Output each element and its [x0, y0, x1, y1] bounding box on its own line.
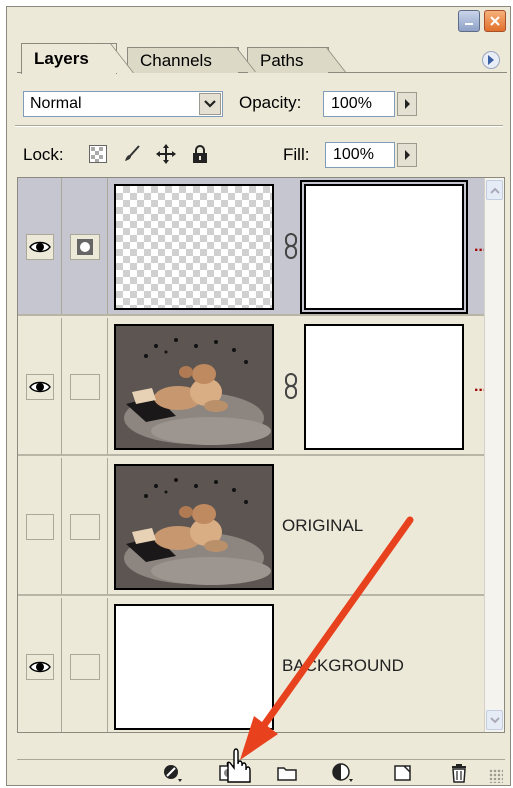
layer-thumbnail-transparent[interactable]: [114, 184, 274, 310]
adjustment-layer-icon: [332, 763, 353, 782]
blend-row: Normal Opacity: 100%: [23, 89, 503, 119]
fill-slider-button[interactable]: [397, 143, 417, 167]
layer-link-box[interactable]: [70, 374, 100, 400]
minimize-button[interactable]: [458, 10, 480, 32]
adjustment-layer-button[interactable]: [331, 763, 355, 783]
layer-row[interactable]: ORIGINAL: [18, 458, 484, 596]
visibility-toggle[interactable]: [26, 654, 54, 680]
vertical-scrollbar[interactable]: [484, 178, 504, 732]
lock-transparent-button[interactable]: [87, 143, 109, 165]
checker-icon: [89, 145, 107, 163]
opacity-slider-button[interactable]: [397, 92, 417, 116]
panel-menu-button[interactable]: [482, 51, 500, 69]
tab-channels-label: Channels: [140, 51, 212, 70]
layer-thumbnail-dog[interactable]: [114, 324, 274, 450]
padlock-icon: [193, 145, 207, 163]
add-layer-mask-button[interactable]: [217, 763, 241, 783]
layer-mask-indicator[interactable]: [70, 234, 100, 260]
layer-link-box[interactable]: [70, 514, 100, 540]
resize-grip[interactable]: [489, 769, 503, 783]
close-icon: [490, 16, 500, 26]
eye-icon: [29, 661, 51, 673]
tab-layers[interactable]: Layers: [21, 43, 134, 74]
eye-icon: [29, 241, 51, 253]
layer-name[interactable]: BACKGROUND: [282, 654, 404, 678]
lock-all-button[interactable]: [189, 143, 211, 165]
chevron-down-icon: [489, 716, 500, 723]
mask-brush-icon: [77, 239, 93, 255]
play-right-icon: [488, 55, 494, 65]
close-button[interactable]: [484, 10, 506, 32]
layer-link-box[interactable]: [70, 654, 100, 680]
chevron-up-icon: [489, 187, 500, 194]
opacity-input[interactable]: 100%: [323, 91, 395, 117]
lock-position-button[interactable]: [155, 143, 177, 165]
layers-panel: Layers Channels Paths Normal Opacity: 10…: [6, 6, 511, 786]
layer-mask-thumbnail[interactable]: [300, 180, 468, 314]
window-controls: [458, 10, 506, 32]
minimize-icon: [465, 23, 473, 25]
lock-image-button[interactable]: [121, 143, 143, 165]
link-layers-icon: [164, 765, 182, 782]
trash-icon: [452, 764, 466, 783]
brush-icon: [125, 145, 140, 161]
dog-photo-image: [116, 466, 272, 588]
visibility-toggle[interactable]: [26, 514, 54, 540]
play-right-icon: [404, 99, 410, 109]
fill-label: Fill:: [283, 145, 310, 164]
link-layers-button[interactable]: [161, 763, 185, 783]
layer-row[interactable]: ···: [18, 318, 488, 456]
panel-tabs: Layers Channels Paths: [17, 41, 507, 74]
visibility-toggle[interactable]: [26, 234, 54, 260]
tab-paths[interactable]: Paths: [247, 47, 346, 73]
play-right-icon: [404, 150, 410, 160]
tab-layers-label: Layers: [34, 49, 89, 68]
new-layer-button[interactable]: [391, 763, 415, 783]
delete-layer-button[interactable]: [447, 763, 471, 783]
layers-list: ··· ··· ORIGINAL BACKGROUND: [17, 177, 505, 733]
chevron-down-icon: [204, 100, 216, 108]
move-arrows-icon: [156, 144, 176, 164]
tab-paths-label: Paths: [260, 51, 304, 70]
layer-name[interactable]: ORIGINAL: [282, 514, 363, 538]
layers-toolbar: [17, 759, 505, 785]
opacity-label: Opacity:: [239, 93, 302, 112]
layer-thumbnail-dog[interactable]: [114, 464, 274, 590]
visibility-toggle[interactable]: [26, 374, 54, 400]
scroll-up-button[interactable]: [486, 180, 503, 200]
fill-input[interactable]: 100%: [325, 142, 395, 168]
scroll-down-button[interactable]: [486, 710, 503, 730]
chain-link-icon[interactable]: [284, 232, 298, 260]
new-group-button[interactable]: [275, 763, 299, 783]
layer-thumbnail-white[interactable]: [114, 604, 274, 730]
blend-mode-value: Normal: [30, 95, 82, 112]
folder-icon: [277, 767, 297, 781]
add-layer-mask-icon: [219, 765, 237, 781]
chain-link-icon[interactable]: [284, 372, 298, 400]
layer-row[interactable]: ···: [18, 178, 488, 316]
layer-mask-thumbnail[interactable]: [304, 324, 464, 450]
tab-edge: [306, 47, 346, 72]
dropdown-button[interactable]: [199, 93, 221, 115]
new-layer-icon: [394, 765, 411, 781]
lock-row: Lock: Fill: 100%: [23, 140, 503, 170]
tab-channels[interactable]: Channels: [127, 47, 256, 73]
blend-mode-select[interactable]: Normal: [23, 91, 223, 117]
eye-icon: [29, 381, 51, 393]
lock-label: Lock:: [23, 145, 64, 164]
divider: [15, 125, 503, 127]
dog-photo-image: [116, 326, 272, 448]
layer-row[interactable]: BACKGROUND: [18, 598, 484, 732]
